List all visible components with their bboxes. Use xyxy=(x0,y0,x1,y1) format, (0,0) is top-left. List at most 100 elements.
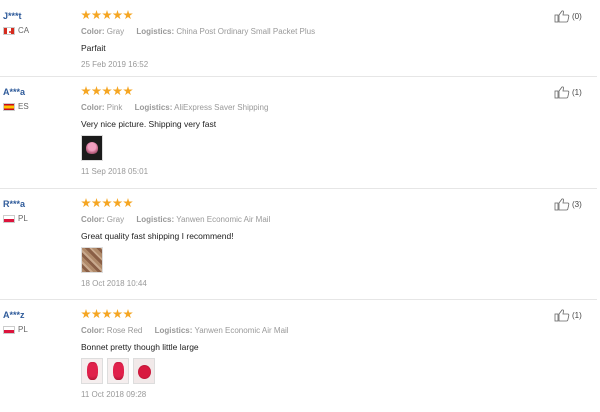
poland-flag-icon xyxy=(3,215,15,223)
color-value: Rose Red xyxy=(106,326,143,335)
logistics-label: Logistics: xyxy=(154,326,193,335)
review-photo-thumbnail[interactable] xyxy=(81,135,103,161)
review-photo-thumbnail[interactable] xyxy=(107,358,129,384)
color-label: Color: xyxy=(81,326,105,335)
review-comment: Very nice picture. Shipping very fast xyxy=(81,119,217,129)
star-icon xyxy=(81,198,91,208)
star-icon xyxy=(123,10,133,20)
reviewer-country: ES xyxy=(3,102,73,112)
color-value: Gray xyxy=(106,215,125,224)
reviewer-info: R***a PL xyxy=(3,198,73,224)
color-label: Color: xyxy=(81,215,105,224)
helpful-button[interactable]: (0) xyxy=(554,9,582,23)
review-item: J***t CA Color: Gray Logistics: China Po… xyxy=(0,0,600,74)
review-date: 25 Feb 2019 16:52 xyxy=(81,60,149,69)
reviewer-country: PL xyxy=(3,325,73,335)
country-code: PL xyxy=(18,325,28,334)
star-icon xyxy=(91,10,102,20)
thumbs-up-icon xyxy=(554,9,570,22)
reviewer-info: A***z PL xyxy=(3,309,73,335)
star-icon xyxy=(123,86,133,96)
helpful-count: (1) xyxy=(572,87,582,97)
review-date: 11 Sep 2018 05:01 xyxy=(81,167,149,176)
reviewer-country: CA xyxy=(3,26,73,36)
divider xyxy=(0,76,597,77)
star-icon xyxy=(123,309,133,319)
order-info: Color: Gray Logistics: Yanwen Economic A… xyxy=(81,214,541,226)
review-item: A***a ES Color: Pink Logistics: AliExpre… xyxy=(0,76,600,186)
review-date: 18 Oct 2018 10:44 xyxy=(81,279,147,288)
star-icon xyxy=(91,198,102,208)
color-value: Gray xyxy=(106,27,125,36)
star-icon xyxy=(112,10,123,20)
star-icon xyxy=(91,86,102,96)
star-icon xyxy=(81,10,91,20)
country-code: CA xyxy=(18,26,30,35)
review-comment: Bonnet pretty though little large xyxy=(81,342,199,352)
star-icon xyxy=(102,309,112,319)
star-rating xyxy=(81,86,541,98)
divider xyxy=(0,188,597,189)
review-content: Color: Gray Logistics: China Post Ordina… xyxy=(81,10,541,71)
review-photo-thumbnail[interactable] xyxy=(133,358,155,384)
thumbs-up-icon xyxy=(554,85,570,98)
poland-flag-icon xyxy=(3,326,15,334)
logistics-value: China Post Ordinary Small Packet Plus xyxy=(176,27,316,36)
review-date: 11 Oct 2018 09:28 xyxy=(81,390,147,399)
logistics-label: Logistics: xyxy=(134,103,173,112)
color-label: Color: xyxy=(81,27,105,36)
divider xyxy=(0,299,597,300)
star-rating xyxy=(81,10,541,22)
spain-flag-icon xyxy=(3,103,15,111)
star-icon xyxy=(81,309,91,319)
helpful-count: (0) xyxy=(572,11,582,21)
thumbs-up-icon xyxy=(554,308,570,321)
review-photo-thumbnail[interactable] xyxy=(81,358,103,384)
review-content: Color: Gray Logistics: Yanwen Economic A… xyxy=(81,198,541,290)
review-item: A***z PL Color: Rose Red Logistics: Yanw… xyxy=(0,299,600,412)
review-photo-thumbnail[interactable] xyxy=(81,247,103,273)
country-code: PL xyxy=(18,214,28,223)
canada-flag-icon xyxy=(3,27,15,35)
review-photos xyxy=(81,247,541,273)
reviewer-name: A***a xyxy=(3,87,26,97)
star-icon xyxy=(81,86,91,96)
order-info: Color: Pink Logistics: AliExpress Saver … xyxy=(81,102,541,114)
star-icon xyxy=(112,309,123,319)
helpful-count: (3) xyxy=(572,199,582,209)
logistics-value: Yanwen Economic Air Mail xyxy=(194,326,289,335)
reviewer-name: R***a xyxy=(3,199,26,209)
review-content: Color: Rose Red Logistics: Yanwen Econom… xyxy=(81,309,541,401)
thumbs-up-icon xyxy=(554,197,570,210)
review-content: Color: Pink Logistics: AliExpress Saver … xyxy=(81,86,541,178)
review-photos xyxy=(81,358,541,384)
review-comment: Great quality fast shipping I recommend! xyxy=(81,231,234,241)
star-rating xyxy=(81,198,541,210)
color-value: Pink xyxy=(106,103,123,112)
star-icon xyxy=(123,198,133,208)
review-photos xyxy=(81,135,541,161)
reviewer-info: A***a ES xyxy=(3,86,73,112)
star-icon xyxy=(91,309,102,319)
helpful-count: (1) xyxy=(572,310,582,320)
country-code: ES xyxy=(18,102,29,111)
helpful-button[interactable]: (1) xyxy=(554,85,582,99)
review-comment: Parfait xyxy=(81,43,106,53)
star-icon xyxy=(102,198,112,208)
logistics-label: Logistics: xyxy=(136,27,175,36)
star-rating xyxy=(81,309,541,321)
helpful-button[interactable]: (3) xyxy=(554,197,582,211)
reviewer-name: J***t xyxy=(3,11,22,21)
star-icon xyxy=(102,86,112,96)
feedback-list: J***t CA Color: Gray Logistics: China Po… xyxy=(0,0,600,412)
order-info: Color: Gray Logistics: China Post Ordina… xyxy=(81,26,541,38)
star-icon xyxy=(112,86,123,96)
reviewer-name: A***z xyxy=(3,310,25,320)
review-item: R***a PL Color: Gray Logistics: Yanwen E… xyxy=(0,188,600,298)
logistics-label: Logistics: xyxy=(136,215,175,224)
helpful-button[interactable]: (1) xyxy=(554,308,582,322)
order-info: Color: Rose Red Logistics: Yanwen Econom… xyxy=(81,325,541,337)
star-icon xyxy=(102,10,112,20)
reviewer-country: PL xyxy=(3,214,73,224)
star-icon xyxy=(112,198,123,208)
